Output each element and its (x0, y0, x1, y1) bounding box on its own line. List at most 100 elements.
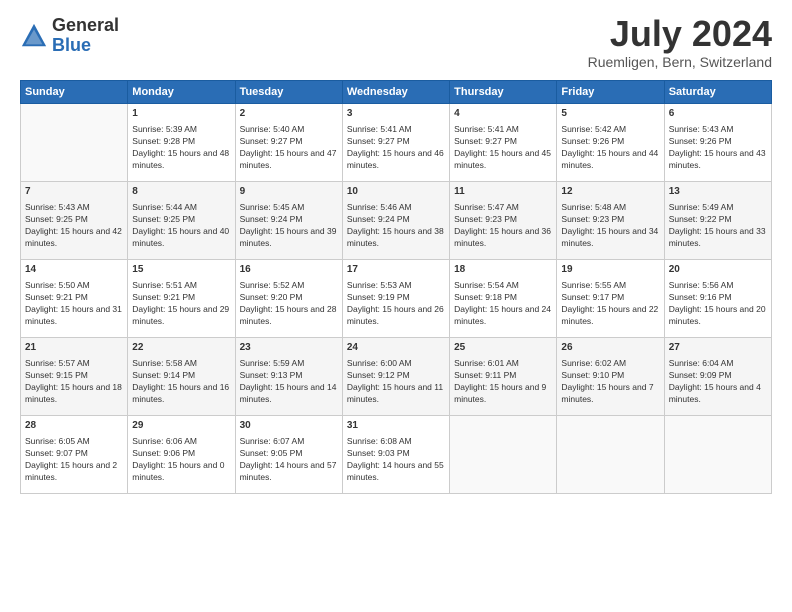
sunset: Sunset: 9:19 PM (347, 292, 410, 302)
sunset: Sunset: 9:28 PM (132, 136, 195, 146)
calendar-cell: 4 Sunrise: 5:41 AM Sunset: 9:27 PM Dayli… (450, 104, 557, 182)
calendar-table: Sunday Monday Tuesday Wednesday Thursday… (20, 80, 772, 494)
daylight: Daylight: 15 hours and 26 minutes. (347, 304, 444, 326)
daylight: Daylight: 15 hours and 22 minutes. (561, 304, 658, 326)
week-row-3: 14 Sunrise: 5:50 AM Sunset: 9:21 PM Dayl… (21, 260, 772, 338)
calendar-cell: 11 Sunrise: 5:47 AM Sunset: 9:23 PM Dayl… (450, 182, 557, 260)
location: Ruemligen, Bern, Switzerland (588, 54, 772, 70)
sunrise: Sunrise: 5:56 AM (669, 280, 734, 290)
calendar-cell: 17 Sunrise: 5:53 AM Sunset: 9:19 PM Dayl… (342, 260, 449, 338)
sunset: Sunset: 9:10 PM (561, 370, 624, 380)
calendar-cell: 30 Sunrise: 6:07 AM Sunset: 9:05 PM Dayl… (235, 416, 342, 494)
day-number: 10 (347, 185, 445, 200)
day-number: 15 (132, 263, 230, 278)
day-number: 16 (240, 263, 338, 278)
daylight: Daylight: 15 hours and 31 minutes. (25, 304, 122, 326)
day-number: 7 (25, 185, 123, 200)
calendar-cell: 9 Sunrise: 5:45 AM Sunset: 9:24 PM Dayli… (235, 182, 342, 260)
calendar-cell: 8 Sunrise: 5:44 AM Sunset: 9:25 PM Dayli… (128, 182, 235, 260)
calendar-cell: 12 Sunrise: 5:48 AM Sunset: 9:23 PM Dayl… (557, 182, 664, 260)
cell-content: 28 Sunrise: 6:05 AM Sunset: 9:07 PM Dayl… (25, 419, 123, 484)
sunset: Sunset: 9:06 PM (132, 448, 195, 458)
day-number: 19 (561, 263, 659, 278)
calendar-cell: 16 Sunrise: 5:52 AM Sunset: 9:20 PM Dayl… (235, 260, 342, 338)
daylight: Daylight: 15 hours and 29 minutes. (132, 304, 229, 326)
sunrise: Sunrise: 5:51 AM (132, 280, 197, 290)
sunset: Sunset: 9:25 PM (25, 214, 88, 224)
cell-content: 6 Sunrise: 5:43 AM Sunset: 9:26 PM Dayli… (669, 107, 767, 172)
sunrise: Sunrise: 5:53 AM (347, 280, 412, 290)
daylight: Daylight: 15 hours and 47 minutes. (240, 148, 337, 170)
sunrise: Sunrise: 5:39 AM (132, 124, 197, 134)
day-number: 28 (25, 419, 123, 434)
sunrise: Sunrise: 6:00 AM (347, 358, 412, 368)
calendar-cell: 5 Sunrise: 5:42 AM Sunset: 9:26 PM Dayli… (557, 104, 664, 182)
sunrise: Sunrise: 6:04 AM (669, 358, 734, 368)
calendar-cell: 22 Sunrise: 5:58 AM Sunset: 9:14 PM Dayl… (128, 338, 235, 416)
week-row-5: 28 Sunrise: 6:05 AM Sunset: 9:07 PM Dayl… (21, 416, 772, 494)
calendar-cell: 20 Sunrise: 5:56 AM Sunset: 9:16 PM Dayl… (664, 260, 771, 338)
day-number: 21 (25, 341, 123, 356)
sunset: Sunset: 9:21 PM (132, 292, 195, 302)
week-row-1: 1 Sunrise: 5:39 AM Sunset: 9:28 PM Dayli… (21, 104, 772, 182)
sunset: Sunset: 9:17 PM (561, 292, 624, 302)
title-area: July 2024 Ruemligen, Bern, Switzerland (588, 16, 772, 70)
sunset: Sunset: 9:12 PM (347, 370, 410, 380)
cell-content: 14 Sunrise: 5:50 AM Sunset: 9:21 PM Dayl… (25, 263, 123, 328)
sunset: Sunset: 9:03 PM (347, 448, 410, 458)
sunrise: Sunrise: 5:45 AM (240, 202, 305, 212)
sunset: Sunset: 9:21 PM (25, 292, 88, 302)
cell-content: 19 Sunrise: 5:55 AM Sunset: 9:17 PM Dayl… (561, 263, 659, 328)
col-thursday: Thursday (450, 81, 557, 104)
col-monday: Monday (128, 81, 235, 104)
daylight: Daylight: 15 hours and 46 minutes. (347, 148, 444, 170)
daylight: Daylight: 15 hours and 9 minutes. (454, 382, 546, 404)
calendar-cell: 31 Sunrise: 6:08 AM Sunset: 9:03 PM Dayl… (342, 416, 449, 494)
cell-content: 20 Sunrise: 5:56 AM Sunset: 9:16 PM Dayl… (669, 263, 767, 328)
calendar-cell: 15 Sunrise: 5:51 AM Sunset: 9:21 PM Dayl… (128, 260, 235, 338)
sunrise: Sunrise: 5:52 AM (240, 280, 305, 290)
logo-blue: Blue (52, 36, 119, 56)
day-number: 14 (25, 263, 123, 278)
sunset: Sunset: 9:05 PM (240, 448, 303, 458)
calendar-cell: 27 Sunrise: 6:04 AM Sunset: 9:09 PM Dayl… (664, 338, 771, 416)
sunset: Sunset: 9:27 PM (454, 136, 517, 146)
cell-content: 29 Sunrise: 6:06 AM Sunset: 9:06 PM Dayl… (132, 419, 230, 484)
daylight: Daylight: 15 hours and 43 minutes. (669, 148, 766, 170)
day-number: 31 (347, 419, 445, 434)
cell-content: 13 Sunrise: 5:49 AM Sunset: 9:22 PM Dayl… (669, 185, 767, 250)
daylight: Daylight: 15 hours and 44 minutes. (561, 148, 658, 170)
calendar-cell: 1 Sunrise: 5:39 AM Sunset: 9:28 PM Dayli… (128, 104, 235, 182)
cell-content: 11 Sunrise: 5:47 AM Sunset: 9:23 PM Dayl… (454, 185, 552, 250)
daylight: Daylight: 14 hours and 55 minutes. (347, 460, 444, 482)
sunrise: Sunrise: 5:50 AM (25, 280, 90, 290)
day-number: 2 (240, 107, 338, 122)
day-number: 22 (132, 341, 230, 356)
cell-content: 1 Sunrise: 5:39 AM Sunset: 9:28 PM Dayli… (132, 107, 230, 172)
cell-content: 30 Sunrise: 6:07 AM Sunset: 9:05 PM Dayl… (240, 419, 338, 484)
daylight: Daylight: 15 hours and 36 minutes. (454, 226, 551, 248)
cell-content: 7 Sunrise: 5:43 AM Sunset: 9:25 PM Dayli… (25, 185, 123, 250)
sunrise: Sunrise: 6:02 AM (561, 358, 626, 368)
day-number: 30 (240, 419, 338, 434)
calendar-cell (450, 416, 557, 494)
col-friday: Friday (557, 81, 664, 104)
sunset: Sunset: 9:27 PM (240, 136, 303, 146)
cell-content: 12 Sunrise: 5:48 AM Sunset: 9:23 PM Dayl… (561, 185, 659, 250)
sunset: Sunset: 9:07 PM (25, 448, 88, 458)
sunset: Sunset: 9:15 PM (25, 370, 88, 380)
calendar-cell: 23 Sunrise: 5:59 AM Sunset: 9:13 PM Dayl… (235, 338, 342, 416)
daylight: Daylight: 15 hours and 38 minutes. (347, 226, 444, 248)
calendar-cell: 26 Sunrise: 6:02 AM Sunset: 9:10 PM Dayl… (557, 338, 664, 416)
sunrise: Sunrise: 5:43 AM (669, 124, 734, 134)
calendar-cell: 24 Sunrise: 6:00 AM Sunset: 9:12 PM Dayl… (342, 338, 449, 416)
sunrise: Sunrise: 6:08 AM (347, 436, 412, 446)
day-number: 1 (132, 107, 230, 122)
cell-content: 16 Sunrise: 5:52 AM Sunset: 9:20 PM Dayl… (240, 263, 338, 328)
sunrise: Sunrise: 5:42 AM (561, 124, 626, 134)
sunrise: Sunrise: 6:01 AM (454, 358, 519, 368)
calendar-cell: 2 Sunrise: 5:40 AM Sunset: 9:27 PM Dayli… (235, 104, 342, 182)
calendar-cell: 21 Sunrise: 5:57 AM Sunset: 9:15 PM Dayl… (21, 338, 128, 416)
cell-content: 9 Sunrise: 5:45 AM Sunset: 9:24 PM Dayli… (240, 185, 338, 250)
week-row-2: 7 Sunrise: 5:43 AM Sunset: 9:25 PM Dayli… (21, 182, 772, 260)
